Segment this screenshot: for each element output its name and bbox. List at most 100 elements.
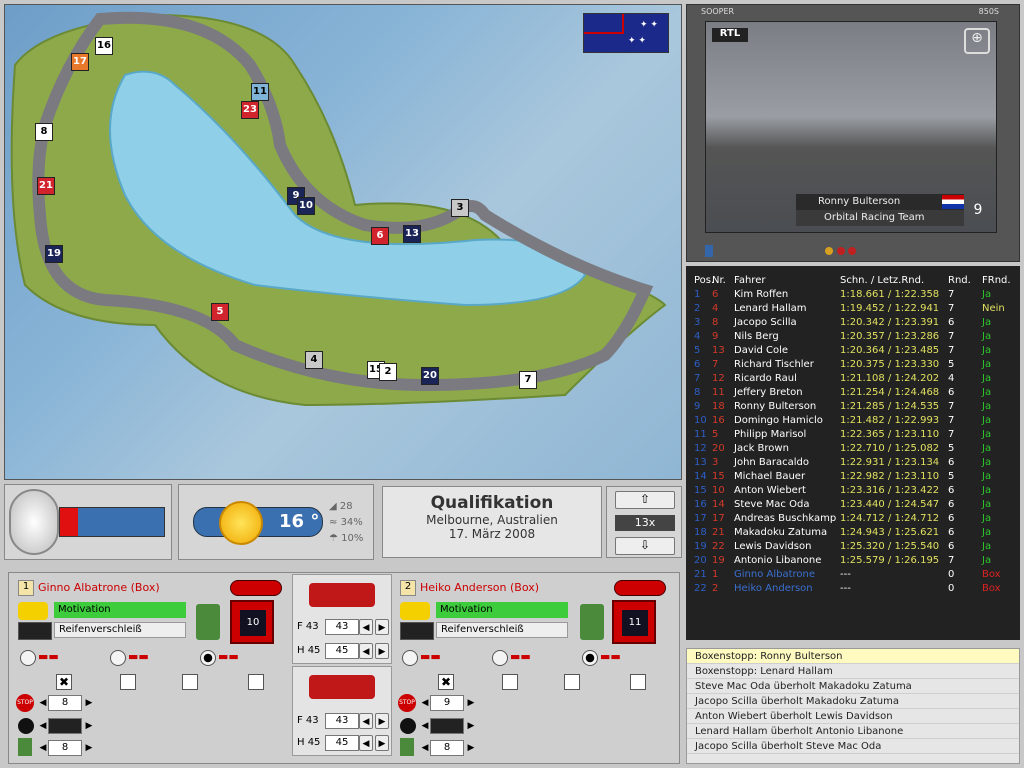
- session-location: Melbourne, Australien: [426, 513, 558, 527]
- timing-row[interactable]: 8 11 Jeffery Breton 1:21.254 / 1:24.468 6 Ja: [690, 386, 1016, 400]
- event-item: Anton Wiebert überholt Lewis Davidson: [687, 709, 1019, 724]
- driver1-fuel-increase[interactable]: ▶: [82, 740, 96, 756]
- driver2-setup-radio-1[interactable]: [402, 650, 418, 666]
- speed-up-button[interactable]: ⇧: [615, 491, 675, 509]
- rear-wing-decrease[interactable]: ◀: [359, 643, 373, 659]
- driver1-setup-radio-1[interactable]: [20, 650, 36, 666]
- driver2-checkbox-1[interactable]: ✖: [438, 674, 454, 690]
- timing-row[interactable]: 14 15 Michael Bauer 1:22.982 / 1:23.110 5 Ja: [690, 470, 1016, 484]
- timing-row[interactable]: 9 18 Ronny Bulterson 1:21.285 / 1:24.535 7 Ja: [690, 400, 1016, 414]
- car-marker[interactable]: 8: [35, 123, 53, 141]
- driver1-stop-lap[interactable]: 8: [48, 695, 82, 711]
- driver1-tyre-select[interactable]: [48, 718, 82, 734]
- timing-row[interactable]: 11 5 Philipp Marisol 1:22.365 / 1:23.110 7 Ja: [690, 428, 1016, 442]
- australia-flag-icon: ✦ ✦ ✦ ✦: [583, 13, 669, 53]
- front-wing-label-2: F 43: [297, 715, 319, 726]
- timing-cell-pos: 5: [694, 345, 701, 356]
- timing-cell-driver: Nils Berg: [734, 331, 779, 342]
- driver1-setup-radio-3[interactable]: [200, 650, 216, 666]
- driver2-fuel-increase[interactable]: ▶: [464, 740, 478, 756]
- timing-row[interactable]: 4 9 Nils Berg 1:20.357 / 1:23.286 7 Ja: [690, 330, 1016, 344]
- timing-row[interactable]: 12 20 Jack Brown 1:22.710 / 1:25.082 5 Ja: [690, 442, 1016, 456]
- timing-row[interactable]: 18 21 Makadoku Zatuma 1:24.943 / 1:25.621 6 J…: [690, 526, 1016, 540]
- car-marker[interactable]: 11: [251, 83, 269, 101]
- driver1-pit-toggle[interactable]: [230, 580, 282, 596]
- tv-driver-name: Ronny Bulterson: [796, 194, 964, 210]
- rear-wing-decrease-2[interactable]: ◀: [359, 735, 373, 751]
- camera-indicator-icon: [705, 245, 713, 257]
- driver1-checkbox-4[interactable]: [248, 674, 264, 690]
- timing-row[interactable]: 20 19 Antonio Libanone 1:25.579 / 1:26.195 7…: [690, 554, 1016, 568]
- driver1-checkbox-2[interactable]: [120, 674, 136, 690]
- driver2-setup-radio-3[interactable]: [582, 650, 598, 666]
- driver1-setup-radio-2[interactable]: [110, 650, 126, 666]
- driver2-checkbox-3[interactable]: [564, 674, 580, 690]
- car-marker[interactable]: 7: [519, 371, 537, 389]
- driver2-setup-radio-2[interactable]: [492, 650, 508, 666]
- car-marker[interactable]: 16: [95, 37, 113, 55]
- driver2-stop-lap[interactable]: 9: [430, 695, 464, 711]
- car-marker[interactable]: 10: [297, 197, 315, 215]
- front-wing-decrease[interactable]: ◀: [359, 619, 373, 635]
- timing-row[interactable]: 16 14 Steve Mac Oda 1:23.440 / 1:24.547 6 Ja: [690, 498, 1016, 512]
- driver1-tyre-increase[interactable]: ▶: [82, 718, 96, 734]
- driver1-checkbox-3[interactable]: [182, 674, 198, 690]
- timing-row[interactable]: 22 2 Heiko Anderson --- 0 Box: [690, 582, 1016, 596]
- driver2-tyre-increase[interactable]: ▶: [464, 718, 478, 734]
- timing-row[interactable]: 1 6 Kim Roffen 1:18.661 / 1:22.358 7 Ja: [690, 288, 1016, 302]
- timing-row[interactable]: 13 3 John Baracaldo 1:22.931 / 1:23.134 6 Ja: [690, 456, 1016, 470]
- timing-row[interactable]: 2 4 Lenard Hallam 1:19.452 / 1:22.941 7 Nein: [690, 302, 1016, 316]
- rear-wing-increase[interactable]: ▶: [375, 643, 389, 659]
- zoom-icon[interactable]: ⊕: [964, 28, 990, 54]
- car-marker[interactable]: 17: [71, 53, 89, 71]
- driver1-name: Ginno Albatrone (Box): [38, 581, 160, 594]
- rear-wing-increase-2[interactable]: ▶: [375, 735, 389, 751]
- driver2-checkbox-4[interactable]: [630, 674, 646, 690]
- timing-row[interactable]: 7 12 Ricardo Raul 1:21.108 / 1:24.202 4 Ja: [690, 372, 1016, 386]
- timing-cell-fr: Ja: [982, 373, 992, 384]
- car-marker[interactable]: 2: [379, 363, 397, 381]
- speed-control: ⇧ 13x ⇩: [606, 486, 682, 558]
- driver1-fuel-amount[interactable]: 8: [48, 740, 82, 756]
- car-marker[interactable]: 20: [421, 367, 439, 385]
- camera-selector[interactable]: [825, 245, 865, 257]
- speed-down-button[interactable]: ⇩: [615, 537, 675, 555]
- timing-header: Pos. Nr. Fahrer Schn. / Letz.Rnd. Rnd. F…: [694, 275, 1011, 286]
- timing-row[interactable]: 17 17 Andreas Buschkamp 1:24.712 / 1:24.712…: [690, 512, 1016, 526]
- timing-row[interactable]: 19 22 Lewis Davidson 1:25.320 / 1:25.540 6 Ja: [690, 540, 1016, 554]
- driver2-tyre-select[interactable]: [430, 718, 464, 734]
- driver2-stop-increase[interactable]: ▶: [464, 695, 478, 711]
- car-marker[interactable]: 23: [241, 101, 259, 119]
- driver2-tyre-icon: [400, 622, 434, 640]
- timing-cell-nr: 17: [712, 513, 725, 524]
- front-wing-increase-2[interactable]: ▶: [375, 713, 389, 729]
- front-wing-increase[interactable]: ▶: [375, 619, 389, 635]
- timing-row[interactable]: 5 13 David Cole 1:20.364 / 1:23.485 7 Ja: [690, 344, 1016, 358]
- timing-cell-driver: Heiko Anderson: [734, 583, 813, 594]
- car-marker[interactable]: 4: [305, 351, 323, 369]
- timing-row[interactable]: 3 8 Jacopo Scilla 1:20.342 / 1:23.391 6 Ja: [690, 316, 1016, 330]
- timing-cell-driver: Anton Wiebert: [734, 485, 806, 496]
- driver2-fuel-amount[interactable]: 8: [430, 740, 464, 756]
- car-marker[interactable]: 21: [37, 177, 55, 195]
- car-marker[interactable]: 3: [451, 199, 469, 217]
- driver1-checkbox-1[interactable]: ✖: [56, 674, 72, 690]
- timing-row[interactable]: 15 10 Anton Wiebert 1:23.316 / 1:23.422 6 Ja: [690, 484, 1016, 498]
- driver2-checkbox-2[interactable]: [502, 674, 518, 690]
- timing-row[interactable]: 10 16 Domingo Hamiclo 1:21.482 / 1:22.993 7 J…: [690, 414, 1016, 428]
- timing-cell-fr: Ja: [982, 429, 992, 440]
- timing-row[interactable]: 21 1 Ginno Albatrone --- 0 Box: [690, 568, 1016, 582]
- driver1-stop-increase[interactable]: ▶: [82, 695, 96, 711]
- car-marker[interactable]: 5: [211, 303, 229, 321]
- driver2-fuel-gauge: 11: [612, 600, 656, 644]
- timing-cell-time: 1:23.316 / 1:23.422: [840, 485, 940, 496]
- timing-row[interactable]: 6 7 Richard Tischler 1:20.375 / 1:23.330 5 Ja: [690, 358, 1016, 372]
- driver2-pit-toggle[interactable]: [614, 580, 666, 596]
- humidity-value: ≈ 34%: [329, 517, 363, 528]
- car-marker[interactable]: 6: [371, 227, 389, 245]
- track-map[interactable]: ✦ ✦ ✦ ✦ 16 17 11 23 8 21 9 10 19 3 6 13 5 4 15 2 20 7: [4, 4, 682, 480]
- session-title: Qualifikation: [430, 493, 554, 513]
- car-marker[interactable]: 13: [403, 225, 421, 243]
- car-marker[interactable]: 19: [45, 245, 63, 263]
- front-wing-decrease-2[interactable]: ◀: [359, 713, 373, 729]
